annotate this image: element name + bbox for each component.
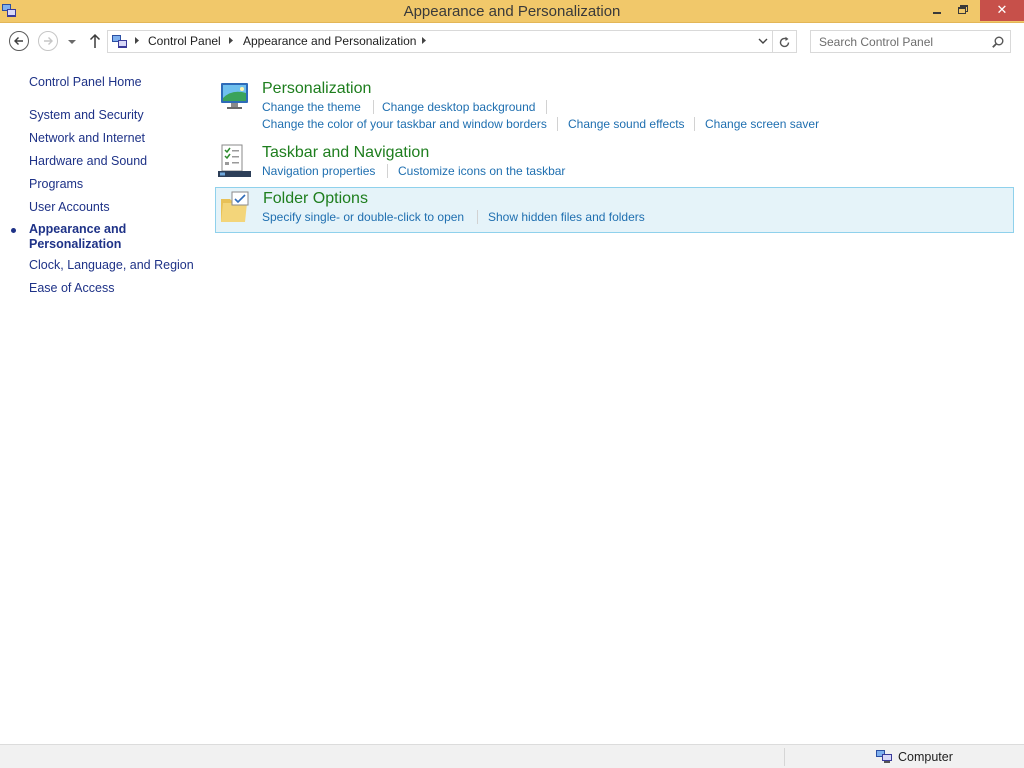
link-divider	[387, 164, 388, 178]
category-title-personalization[interactable]: Personalization	[262, 80, 371, 98]
link-change-desktop-background[interactable]: Change desktop background	[382, 100, 535, 114]
link-single-double-click[interactable]: Specify single- or double-click to open	[262, 210, 464, 224]
forward-button[interactable]	[38, 31, 58, 51]
refresh-icon	[779, 36, 790, 48]
search-input[interactable]: Search Control Panel	[810, 30, 1011, 53]
link-navigation-properties[interactable]: Navigation properties	[262, 164, 375, 178]
minimize-button[interactable]	[925, 0, 949, 21]
restore-icon-front	[958, 7, 966, 14]
main-content: Personalization Change the theme Change …	[205, 59, 1024, 739]
category-personalization: Personalization Change the theme Change …	[215, 77, 1014, 137]
breadcrumb-chevron-icon[interactable]	[421, 36, 427, 45]
sidebar-item-system-and-security[interactable]: System and Security	[29, 108, 144, 122]
link-divider	[477, 210, 478, 224]
link-divider	[557, 117, 558, 131]
sidebar-item-programs[interactable]: Programs	[29, 177, 83, 191]
sidebar-item-control-panel-home[interactable]: Control Panel Home	[29, 75, 142, 89]
breadcrumb-chevron-icon[interactable]	[228, 36, 234, 45]
category-taskbar-navigation: Taskbar and Navigation Navigation proper…	[215, 141, 1014, 181]
sidebar-item-clock-language-region[interactable]: Clock, Language, and Region	[29, 258, 194, 272]
search-icon[interactable]	[992, 36, 1004, 48]
link-show-hidden-files[interactable]: Show hidden files and folders	[488, 210, 645, 224]
address-history-chevron-down-icon[interactable]	[758, 38, 768, 45]
category-folder-options[interactable]: Folder Options Specify single- or double…	[215, 187, 1014, 233]
status-bar: Computer	[0, 744, 1024, 768]
refresh-button[interactable]	[773, 30, 797, 53]
forward-arrow-icon	[44, 37, 53, 45]
close-icon: ✕	[996, 3, 1008, 18]
link-change-theme[interactable]: Change the theme	[262, 100, 361, 114]
breadcrumb-appearance-personalization[interactable]: Appearance and Personalization	[243, 34, 416, 48]
control-panel-location-icon	[112, 35, 127, 48]
breadcrumb-chevron-icon[interactable]	[134, 36, 140, 45]
link-customize-taskbar-icons[interactable]: Customize icons on the taskbar	[398, 164, 565, 178]
sidebar-item-network-and-internet[interactable]: Network and Internet	[29, 131, 145, 145]
control-panel-window: Appearance and Personalization ✕ Control…	[0, 0, 1024, 768]
folder-options-icon[interactable]	[219, 191, 252, 224]
back-button[interactable]	[9, 31, 29, 51]
sidebar-item-hardware-and-sound[interactable]: Hardware and Sound	[29, 154, 147, 168]
navigation-bar: Control Panel Appearance and Personaliza…	[0, 23, 1024, 59]
computer-icon	[876, 750, 892, 763]
left-navigation-pane: Control Panel Home System and Security N…	[0, 59, 205, 739]
current-item-bullet-icon	[11, 228, 16, 233]
link-change-taskbar-color[interactable]: Change the color of your taskbar and win…	[262, 117, 547, 131]
link-divider	[694, 117, 695, 131]
recent-locations-chevron-down-icon[interactable]	[67, 38, 77, 46]
breadcrumb-control-panel[interactable]: Control Panel	[148, 34, 221, 48]
address-bar[interactable]: Control Panel Appearance and Personaliza…	[107, 30, 773, 53]
restore-button[interactable]	[951, 0, 975, 21]
status-location-text: Computer	[898, 750, 953, 764]
sidebar-item-user-accounts[interactable]: User Accounts	[29, 200, 110, 214]
search-placeholder: Search Control Panel	[819, 35, 934, 49]
category-title-folder-options[interactable]: Folder Options	[263, 190, 368, 208]
link-divider	[546, 100, 547, 114]
back-arrow-icon	[14, 37, 23, 45]
title-bar[interactable]: Appearance and Personalization ✕	[0, 0, 1024, 23]
sidebar-item-appearance-and-personalization: Appearance and Personalization	[29, 222, 127, 251]
window-title: Appearance and Personalization	[403, 3, 621, 20]
taskbar-checklist-icon[interactable]	[218, 144, 251, 177]
close-button[interactable]: ✕	[980, 0, 1024, 21]
link-divider	[373, 100, 374, 114]
sidebar-item-ease-of-access[interactable]: Ease of Access	[29, 281, 114, 295]
status-divider	[784, 748, 785, 766]
link-change-sound-effects[interactable]: Change sound effects	[568, 117, 685, 131]
up-arrow-icon[interactable]	[88, 33, 102, 49]
link-change-screen-saver[interactable]: Change screen saver	[705, 117, 819, 131]
category-title-taskbar-navigation[interactable]: Taskbar and Navigation	[262, 144, 429, 162]
personalization-monitor-icon[interactable]	[218, 80, 251, 113]
